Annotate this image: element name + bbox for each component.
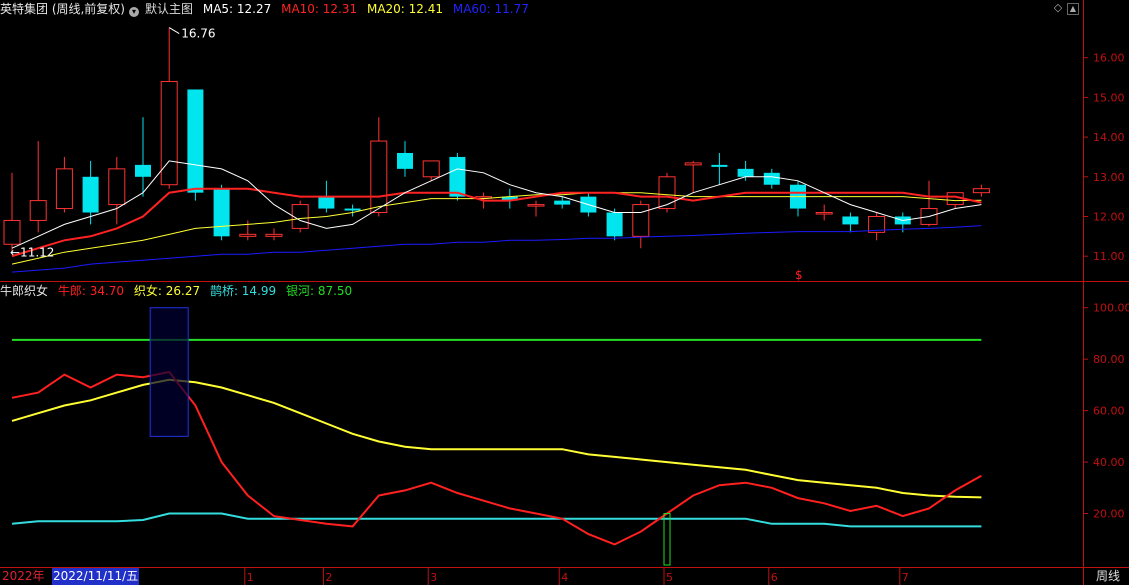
price-tick-label: 15.00 [1093,91,1125,104]
price-header: 英特集团 (周线,前复权) ▾ 默认主图 MA5: 12.27 MA10: 12.3… [0,0,535,18]
yinhe-value: 银河: 87.50 [285,284,353,298]
indicator-tick-label: 60.00 [1093,405,1125,418]
candle-body [29,200,47,221]
cursor-date-label: 2022/11/11/五 [52,568,140,585]
candle-body [422,160,440,178]
event-marker: $ [795,268,803,282]
month-tick-label: 1 [247,571,254,584]
candle-body [318,196,335,209]
candle-body [291,204,309,229]
high-price-label: 16.76 [181,27,215,41]
price-tick-label: 14.00 [1093,131,1125,144]
candle-body [658,176,676,210]
indicator-header: 牛郎织女 牛郎: 34.70 织女: 26.27 鹊桥: 14.99 银河: 8… [0,282,358,300]
stock-name: 英特集团 (周线,前复权) [0,2,125,16]
candle-body [135,164,151,177]
candle-body [55,168,73,210]
start-year-label: 2022年 [2,569,45,583]
niulang-value: 牛郎: 34.70 [57,284,125,298]
ma60-line [11,225,982,273]
ma60-value: MA60: 11.77 [452,2,529,16]
candle-body [527,204,545,207]
price-tick-label: 16.00 [1093,52,1125,65]
candle-body [239,233,257,237]
price-tick-label: 13.00 [1093,171,1125,184]
month-tick-label: 7 [902,571,909,584]
stock-chart-window: { "header": { "stock_name": "英特集团 (周线,前复… [0,0,1129,585]
candle-body [82,176,99,213]
candle-body [344,208,361,211]
chart-label[interactable]: 默认主图 [145,2,193,16]
scroll-up-icon[interactable]: ▲ [1067,3,1079,15]
candle-body [842,216,859,225]
candle-body [370,140,388,214]
candle-body [187,89,204,193]
indicator-tick-label: 40.00 [1093,456,1125,469]
candle-body [815,212,833,215]
candle-body [606,212,623,237]
month-tick-label: 5 [666,571,673,584]
month-tick-label: 3 [430,571,437,584]
candle-body [397,152,413,169]
dropdown-icon[interactable]: ▾ [129,7,139,17]
ma20-value: MA20: 12.41 [366,2,444,16]
price-tick-label: 11.00 [1093,250,1125,263]
candle-body [711,164,728,167]
queqiao-line [11,512,982,528]
ma5-value: MA5: 12.27 [202,2,272,16]
month-tick-label: 4 [561,571,568,584]
diamond-icon[interactable]: ◇ [1053,2,1063,13]
period-button[interactable]: 周线 [1087,567,1129,585]
indicator-tick-label: 80.00 [1093,353,1125,366]
candle-body [108,168,126,206]
price-tick-label: 12.00 [1093,210,1125,223]
low-price-label: ←11.12 [10,245,54,259]
indicator-name[interactable]: 牛郎织女 [0,284,48,298]
candle-body [554,200,571,205]
ma10-value: MA10: 12.31 [281,2,358,16]
high-marker-arrow [168,27,180,34]
candle-body [972,188,990,194]
candle-body [737,168,754,177]
candle-body [449,156,466,197]
candle-body [160,81,178,186]
month-tick-label: 6 [771,571,778,584]
month-tick-label: 2 [325,571,332,584]
zhinv-value: 织女: 26.27 [133,284,201,298]
candle-body [265,233,283,237]
signal-box [663,513,671,566]
candle-body [763,172,780,185]
ma10-line [11,187,982,258]
queqiao-value: 鹊桥: 14.99 [209,284,277,298]
candle-body [632,204,650,237]
indicator-tick-label: 20.00 [1093,508,1125,521]
indicator-tick-label: 100.00 [1093,302,1129,315]
candle-body [3,219,21,245]
candle-body [684,162,702,166]
signal-box [149,307,189,437]
candle-body [213,188,230,237]
